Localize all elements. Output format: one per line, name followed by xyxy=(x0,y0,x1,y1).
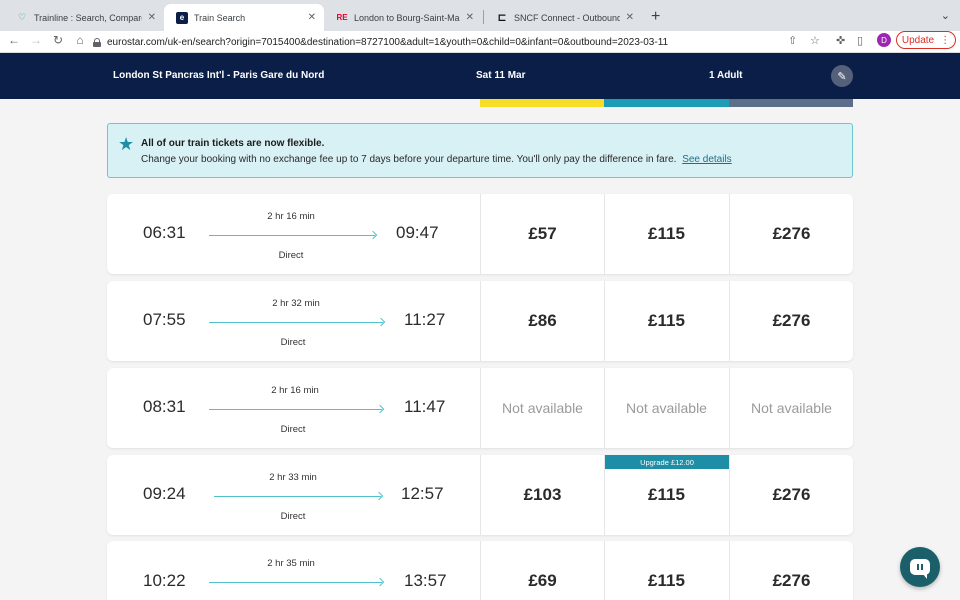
tab-title: Train Search xyxy=(194,12,246,23)
premier-fare[interactable]: £276 xyxy=(729,194,853,274)
arrival-time: 11:47 xyxy=(404,397,446,416)
plus-fare: Not available xyxy=(604,368,728,448)
journey-row[interactable]: 08:31 2 hr 16 min Direct 11:47 Not avail… xyxy=(107,368,853,448)
journey-type: Direct xyxy=(278,250,304,261)
standard-fare[interactable]: £57 xyxy=(480,194,604,274)
eurostar-icon: e xyxy=(176,11,188,24)
journey-arrow xyxy=(209,235,375,236)
standard-fare[interactable]: £86 xyxy=(480,281,604,361)
browser-tab-train-search[interactable]: e Train Search ✕ xyxy=(164,4,324,31)
departure-time: 07:55 xyxy=(143,310,186,329)
back-icon[interactable]: ← xyxy=(6,33,22,47)
journey-duration: 2 hr 16 min xyxy=(271,385,319,396)
journey-duration: 2 hr 33 min xyxy=(269,472,317,483)
departure-time: 08:31 xyxy=(143,397,186,416)
browser-tab-sncf[interactable]: ⊏ SNCF Connect - Outbound jou ✕ xyxy=(484,4,642,31)
side-panel-icon[interactable]: ▯ xyxy=(857,34,863,47)
reload-icon[interactable]: ↻ xyxy=(50,33,66,47)
arrival-time: 13:57 xyxy=(404,571,447,590)
address-bar[interactable]: eurostar.com/uk-en/search?origin=7015400… xyxy=(93,33,773,51)
notice-body: Change your booking with no exchange fee… xyxy=(141,154,732,165)
extensions-icon[interactable]: ✜ xyxy=(836,34,845,47)
premier-fare: Not available xyxy=(729,368,853,448)
kebab-menu-icon: ⋮ xyxy=(940,34,951,46)
arrival-time: 11:27 xyxy=(404,310,446,329)
premier-fare[interactable]: £276 xyxy=(729,455,853,535)
browser-toolbar: ← → ↻ ⌂ eurostar.com/uk-en/search?origin… xyxy=(0,31,960,53)
update-label: Update xyxy=(901,34,935,46)
upgrade-badge: Upgrade £12.00 xyxy=(605,455,729,469)
chat-icon xyxy=(910,559,930,579)
bookmark-star-icon[interactable]: ☆ xyxy=(810,34,820,47)
premier-fare[interactable]: £276 xyxy=(729,541,853,600)
journey-arrow xyxy=(209,582,382,583)
url-text: eurostar.com/uk-en/search?origin=7015400… xyxy=(107,36,669,48)
route-label: London St Pancras Int'l - Paris Gare du … xyxy=(113,70,325,81)
arrival-time: 09:47 xyxy=(396,223,439,242)
close-icon[interactable]: ✕ xyxy=(148,12,156,23)
new-tab-icon[interactable]: + xyxy=(651,8,660,26)
notice-text: Change your booking with no exchange fee… xyxy=(141,154,677,165)
journey-duration: 2 hr 32 min xyxy=(272,298,320,309)
plus-fare[interactable]: £115 xyxy=(604,194,728,274)
home-icon[interactable]: ⌂ xyxy=(72,33,88,47)
journey-type: Direct xyxy=(280,424,306,435)
chat-support-button[interactable] xyxy=(900,547,940,587)
departure-time: 09:24 xyxy=(143,484,186,503)
journey-arrow xyxy=(209,409,382,410)
arrival-time: 12:57 xyxy=(401,484,444,503)
plus-class-strip xyxy=(604,99,729,107)
plus-fare[interactable]: £115 xyxy=(604,541,728,600)
journey-row[interactable]: 10:22 2 hr 35 min 13:57 £69 £115 £276 xyxy=(107,541,853,600)
journey-row[interactable]: 07:55 2 hr 32 min Direct 11:27 £86 £115 … xyxy=(107,281,853,361)
star-icon: ★ xyxy=(118,134,135,154)
tab-title: Trainline : Search, Compare & S xyxy=(34,12,142,23)
trainline-icon: ♡ xyxy=(17,12,27,22)
journey-arrow xyxy=(209,322,383,323)
browser-tab-re[interactable]: RE London to Bourg-Saint-Mauric ✕ xyxy=(324,4,482,31)
tab-title: SNCF Connect - Outbound jou xyxy=(514,12,620,23)
forward-icon[interactable]: → xyxy=(28,33,44,47)
journey-row[interactable]: 09:24 2 hr 33 min Direct 12:57 £103 £115… xyxy=(107,455,853,535)
close-icon[interactable]: ✕ xyxy=(466,12,474,23)
share-icon[interactable]: ⇧ xyxy=(788,34,797,47)
departure-time: 10:22 xyxy=(143,571,186,590)
journey-duration: 2 hr 16 min xyxy=(267,211,315,222)
sncf-icon: ⊏ xyxy=(497,12,507,24)
journey-arrow xyxy=(214,496,381,497)
flexible-tickets-notice: ★ All of our train tickets are now flexi… xyxy=(107,123,853,178)
plus-fare[interactable]: £115 xyxy=(604,281,728,361)
journey-row[interactable]: 06:31 2 hr 16 min Direct 09:47 £57 £115 … xyxy=(107,194,853,274)
see-details-link[interactable]: See details xyxy=(682,154,731,165)
standard-class-strip xyxy=(480,99,604,107)
journey-type: Direct xyxy=(280,511,306,522)
browser-tab-bar: ♡ Trainline : Search, Compare & S ✕ e Tr… xyxy=(0,0,960,31)
standard-fare: Not available xyxy=(480,368,604,448)
tab-title: London to Bourg-Saint-Mauric xyxy=(354,12,460,23)
edit-search-button[interactable]: ✎ xyxy=(831,65,853,87)
browser-tab-trainline[interactable]: ♡ Trainline : Search, Compare & S ✕ xyxy=(4,4,164,31)
premier-class-strip xyxy=(729,99,853,107)
journey-type: Direct xyxy=(280,337,306,348)
pencil-icon: ✎ xyxy=(837,70,847,83)
standard-fare[interactable]: £69 xyxy=(480,541,604,600)
date-label: Sat 11 Mar xyxy=(476,70,526,81)
lock-icon xyxy=(93,37,101,47)
update-button[interactable]: Update ⋮ xyxy=(896,31,956,49)
close-icon[interactable]: ✕ xyxy=(626,12,634,23)
chevron-down-icon[interactable]: ⌄ xyxy=(941,9,950,22)
premier-fare[interactable]: £276 xyxy=(729,281,853,361)
search-summary-header: London St Pancras Int'l - Paris Gare du … xyxy=(0,53,960,99)
journey-duration: 2 hr 35 min xyxy=(267,558,315,569)
passengers-label: 1 Adult xyxy=(709,70,743,81)
re-icon: RE xyxy=(336,13,348,22)
avatar[interactable]: D xyxy=(877,33,891,47)
close-icon[interactable]: ✕ xyxy=(308,12,316,23)
departure-time: 06:31 xyxy=(143,223,186,242)
notice-title: All of our train tickets are now flexibl… xyxy=(141,138,325,149)
standard-fare[interactable]: £103 xyxy=(480,455,604,535)
